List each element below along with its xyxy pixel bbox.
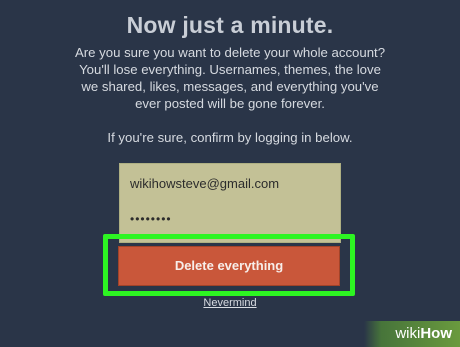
password-field[interactable]: •••••••• <box>130 212 330 226</box>
page-title: Now just a minute. <box>126 12 334 38</box>
login-form: •••••••• <box>119 163 341 243</box>
wikihow-logo: wikiHow <box>395 325 452 342</box>
confirm-instruction: If you're sure, confirm by logging in be… <box>107 130 353 145</box>
delete-everything-button[interactable]: Delete everything <box>118 246 340 286</box>
warning-message: Are you sure you want to delete your who… <box>74 45 386 111</box>
wikihow-watermark: wikiHow <box>364 321 460 347</box>
nevermind-link[interactable]: Nevermind <box>0 297 460 309</box>
watermark-suffix: How <box>420 325 452 342</box>
watermark-prefix: wiki <box>395 325 421 342</box>
email-field[interactable] <box>130 176 330 191</box>
